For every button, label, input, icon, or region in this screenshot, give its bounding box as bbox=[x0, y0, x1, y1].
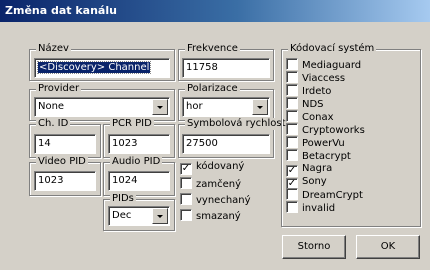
checkbox-box[interactable] bbox=[286, 188, 298, 200]
encoding-system-label-item: Viaccess bbox=[302, 73, 346, 84]
flag-locked-checkbox[interactable]: zamčený bbox=[180, 177, 241, 191]
symbol-rate-label: Symbolová rychlost bbox=[185, 118, 288, 130]
encoding-system-checkbox[interactable]: Viaccess bbox=[286, 71, 345, 85]
checkbox-box[interactable] bbox=[286, 84, 298, 96]
flag-label: kódovaný bbox=[196, 161, 245, 172]
checkbox-box[interactable] bbox=[286, 71, 298, 83]
ch-id-label: Ch. ID bbox=[36, 118, 71, 130]
symbol-rate-field[interactable]: 27500 bbox=[182, 134, 270, 154]
encoding-system-label-item: DreamCrypt bbox=[302, 190, 363, 201]
checkbox-box[interactable] bbox=[180, 193, 192, 205]
name-field[interactable]: <Discovery> Channel bbox=[34, 58, 170, 78]
encoding-system-label-item: Cryptoworks bbox=[302, 125, 365, 136]
encoding-system-checkbox[interactable]: Cryptoworks bbox=[286, 123, 365, 137]
encoding-system-checkbox[interactable]: ✓ Sony bbox=[286, 175, 327, 190]
chevron-down-icon[interactable] bbox=[152, 208, 168, 224]
encoding-system-label-item: Sony bbox=[302, 176, 327, 187]
encoding-system-label-item: Irdeto bbox=[302, 86, 332, 97]
checkbox-box[interactable] bbox=[286, 201, 298, 213]
name-value: <Discovery> Channel bbox=[36, 61, 152, 74]
flag-label: vynechaný bbox=[196, 195, 251, 206]
encoding-system-checkbox[interactable]: Betacrypt bbox=[286, 149, 351, 163]
flag-deleted-checkbox[interactable]: smazaný bbox=[180, 209, 241, 223]
encoding-system-label-item: Nagra bbox=[302, 163, 333, 174]
encoding-system-checkbox[interactable]: PowerVu bbox=[286, 136, 345, 150]
ch-id-field[interactable]: 14 bbox=[34, 134, 96, 154]
chevron-down-icon[interactable] bbox=[252, 99, 268, 115]
encoding-system-checkbox[interactable]: NDS bbox=[286, 97, 324, 111]
pids-label: PIDs bbox=[110, 193, 136, 205]
frequency-field[interactable]: 11758 bbox=[182, 58, 270, 78]
flag-label: zamčený bbox=[196, 179, 242, 190]
encoding-system-checkbox[interactable]: Irdeto bbox=[286, 84, 331, 98]
pids-value: Dec bbox=[112, 210, 132, 221]
pids-dropdown[interactable]: Dec bbox=[108, 206, 170, 226]
flag-encrypted-checkbox[interactable]: ✓ kódovaný bbox=[180, 160, 245, 175]
provider-dropdown[interactable]: None bbox=[34, 97, 170, 117]
encoding-system-label-item: Conax bbox=[302, 112, 334, 123]
encoding-system-checkbox[interactable]: Mediaguard bbox=[286, 58, 361, 72]
chevron-down-icon[interactable] bbox=[152, 99, 168, 115]
cancel-button[interactable]: Storno bbox=[282, 235, 346, 259]
checkbox-box[interactable] bbox=[286, 123, 298, 135]
provider-label: Provider bbox=[36, 83, 82, 95]
encoding-system-label-item: NDS bbox=[302, 99, 324, 110]
name-label: Název bbox=[36, 43, 71, 55]
pcr-pid-label: PCR PID bbox=[110, 118, 154, 130]
checkbox-box[interactable] bbox=[286, 97, 298, 109]
channel-edit-dialog: Změna dat kanálu Název <Discovery> Chann… bbox=[0, 0, 430, 270]
video-pid-label: Video PID bbox=[36, 156, 88, 168]
checkbox-box[interactable] bbox=[286, 110, 298, 122]
encoding-system-label-item: PowerVu bbox=[302, 138, 345, 149]
polarization-label: Polarizace bbox=[185, 83, 240, 95]
checkbox-box[interactable] bbox=[180, 209, 192, 221]
encoding-system-label-item: invalid bbox=[302, 203, 336, 214]
checkbox-box[interactable] bbox=[286, 58, 298, 70]
frequency-label: Frekvence bbox=[185, 43, 240, 55]
pcr-pid-field[interactable]: 1023 bbox=[108, 134, 170, 154]
checkbox-box[interactable] bbox=[180, 177, 192, 189]
encoding-system-checkbox[interactable]: Conax bbox=[286, 110, 333, 124]
ok-button[interactable]: OK bbox=[356, 235, 420, 259]
checkbox-box[interactable] bbox=[286, 149, 298, 161]
encoding-system-checkbox[interactable]: invalid bbox=[286, 201, 335, 215]
flag-skipped-checkbox[interactable]: vynechaný bbox=[180, 193, 251, 207]
audio-pid-field[interactable]: 1024 bbox=[108, 171, 170, 191]
polarization-value: hor bbox=[186, 101, 203, 112]
flag-label: smazaný bbox=[196, 211, 241, 222]
dialog-title: Změna dat kanálu bbox=[0, 0, 430, 22]
encoding-system-label-item: Mediaguard bbox=[302, 60, 362, 71]
polarization-dropdown[interactable]: hor bbox=[182, 97, 270, 117]
audio-pid-label: Audio PID bbox=[110, 156, 163, 168]
checkbox-box[interactable] bbox=[286, 136, 298, 148]
encoding-system-label: Kódovací systém bbox=[288, 43, 377, 55]
encoding-system-checkbox[interactable]: ✓ Nagra bbox=[286, 162, 333, 177]
encoding-system-label-item: Betacrypt bbox=[302, 151, 351, 162]
video-pid-field[interactable]: 1023 bbox=[34, 171, 96, 191]
provider-value: None bbox=[38, 101, 65, 112]
checkbox-box[interactable]: ✓ bbox=[180, 163, 192, 175]
encoding-system-checkbox[interactable]: DreamCrypt bbox=[286, 188, 363, 202]
